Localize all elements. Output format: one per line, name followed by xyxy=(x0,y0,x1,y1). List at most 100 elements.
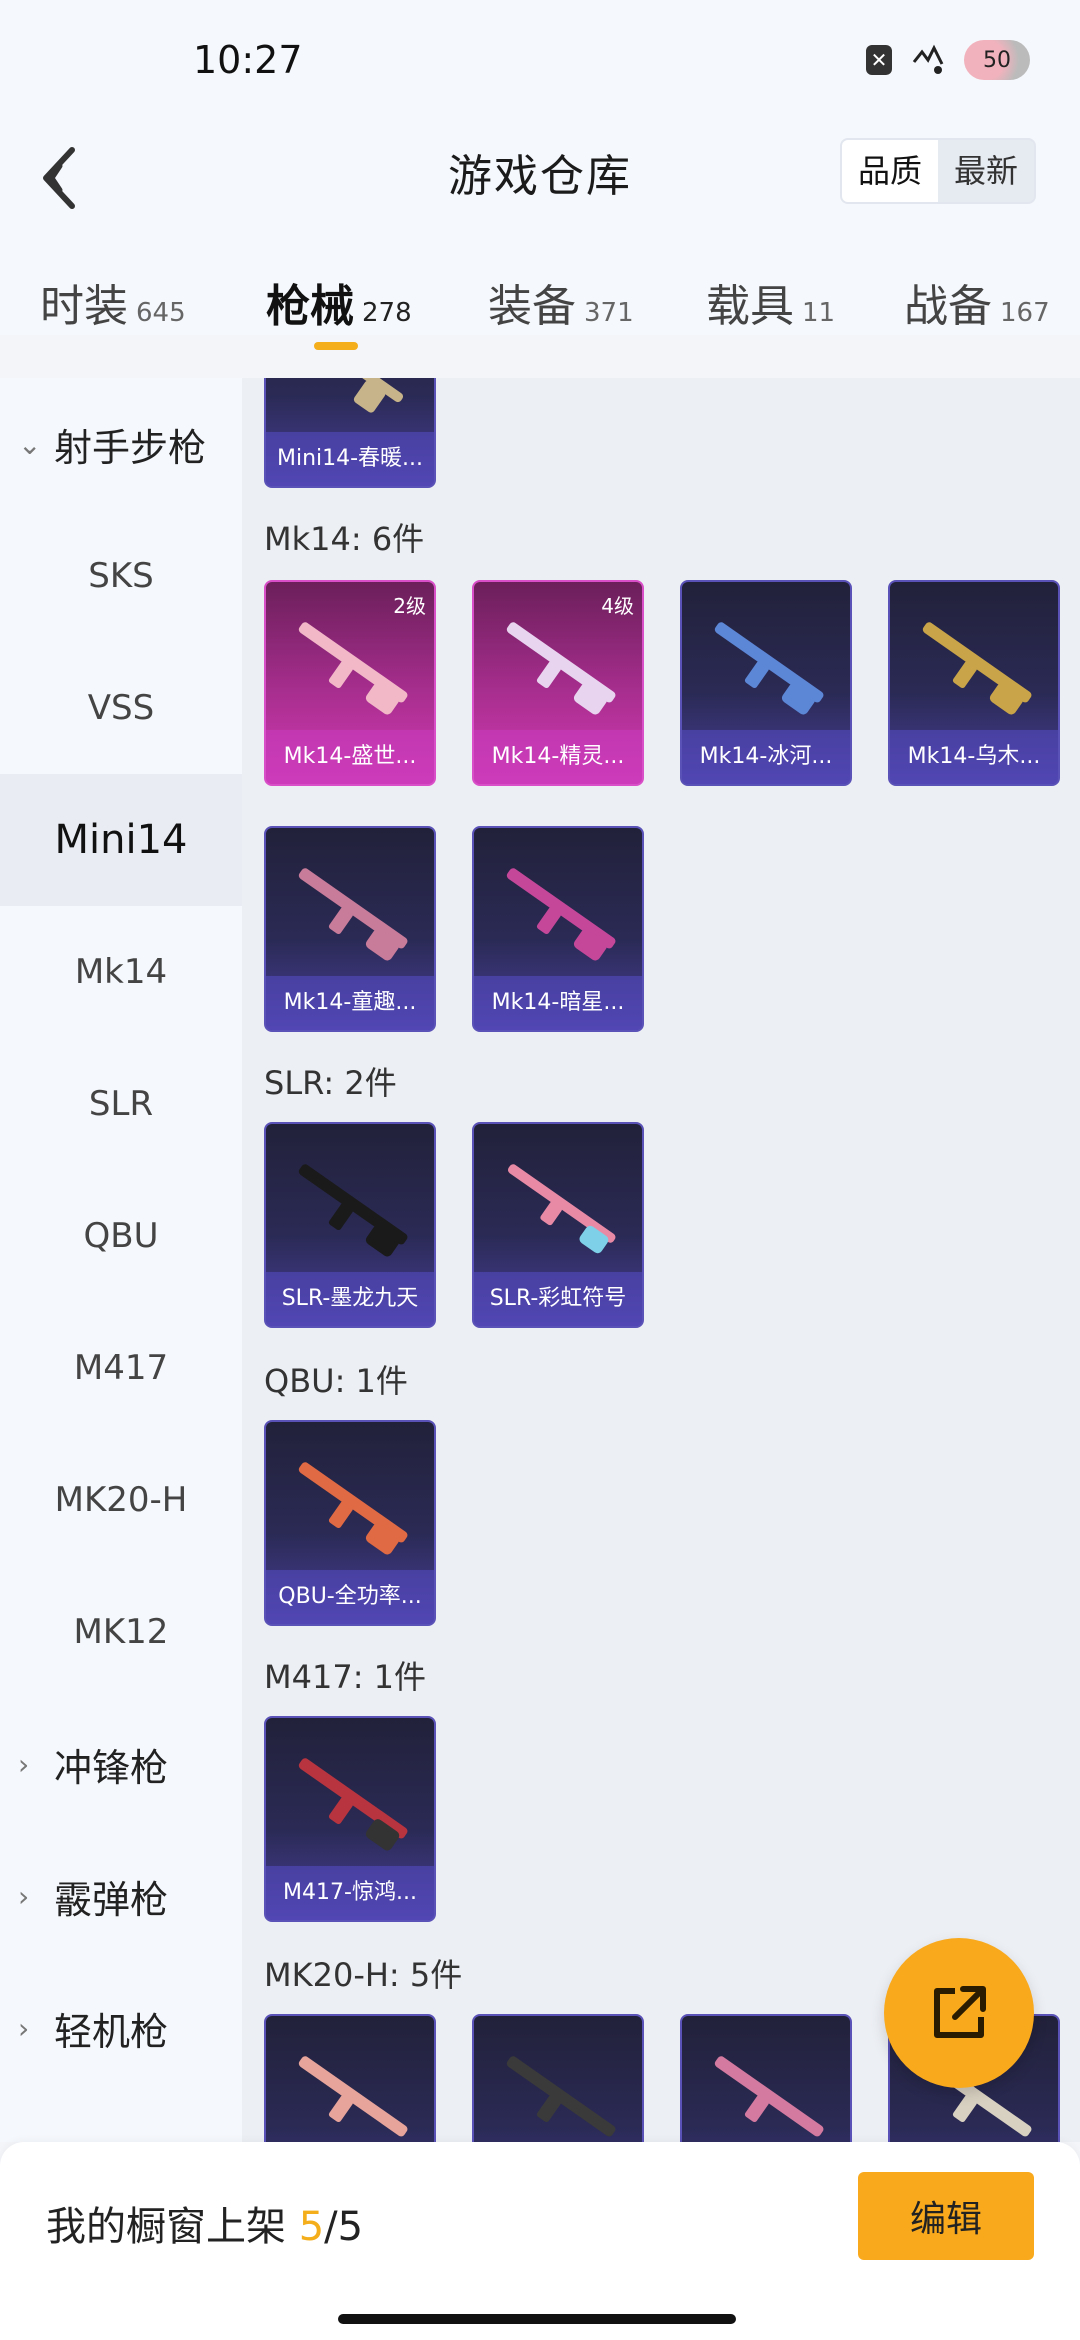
section-title: SLR: 2件 xyxy=(264,1064,397,1102)
item-card[interactable]: Mk14-童趣... xyxy=(264,826,436,1032)
gun-skin-icon xyxy=(507,1164,616,1254)
showcase-total: /5 xyxy=(324,2204,364,2250)
tab-label: 装备 xyxy=(488,281,576,332)
showcase-count: 我的橱窗上架 5/5 xyxy=(46,2194,363,2252)
sort-quality-button[interactable]: 品质 xyxy=(842,140,938,202)
item-card[interactable] xyxy=(680,2014,852,2142)
gun-skin-icon xyxy=(298,1758,408,1851)
header: 游戏仓库 品质 最新 时装 645 枪械 278 装备 371 载具 11 战备 167 xyxy=(0,120,1080,350)
status-time: 10:27 xyxy=(193,38,303,82)
tab-count: 11 xyxy=(802,298,836,328)
tab-supplies[interactable]: 战备 167 xyxy=(904,270,1050,334)
sidebar-item-sks[interactable]: SKS xyxy=(0,510,242,642)
gun-skin-icon xyxy=(506,868,616,961)
chevron-right-icon: › xyxy=(18,1879,30,1913)
sidebar-item-label: Mini14 xyxy=(54,817,188,863)
share-button[interactable] xyxy=(884,1938,1034,2088)
sidebar-item-label: 冲锋枪 xyxy=(54,1745,169,1790)
sidebar-item-mk12[interactable]: MK12 xyxy=(0,1566,242,1698)
status-bar: 10:27 ✕ 50 xyxy=(0,0,1080,120)
edit-button[interactable]: 编辑 xyxy=(858,2172,1034,2260)
sidebar-group-lmg[interactable]: › 轻机枪 xyxy=(0,1962,242,2094)
sidebar-group-marksman[interactable]: ⌄ 射手步枪 xyxy=(0,378,242,510)
sidebar-item-label: VSS xyxy=(87,688,155,728)
chevron-down-icon: ⌄ xyxy=(18,427,42,461)
item-name: SLR-彩虹符号 xyxy=(474,1272,642,1326)
tab-label: 时装 xyxy=(40,281,128,332)
item-card[interactable]: Mk14-暗星... xyxy=(472,826,644,1032)
item-card[interactable]: SLR-彩虹符号 xyxy=(472,1122,644,1328)
item-card[interactable]: 4级 Mk14-精灵... xyxy=(472,580,644,786)
item-card[interactable] xyxy=(472,2014,644,2142)
tab-fashion[interactable]: 时装 645 xyxy=(40,270,186,334)
sidebar-item-label: MK20-H xyxy=(54,1480,188,1520)
item-card[interactable]: Mini14-春暖... xyxy=(264,378,436,488)
item-level-badge: 4级 xyxy=(601,594,634,618)
tab-equipment[interactable]: 装备 371 xyxy=(488,270,634,334)
showcase-current: 5 xyxy=(298,2204,325,2250)
item-card[interactable]: SLR-墨龙九天 xyxy=(264,1122,436,1328)
tab-count: 371 xyxy=(584,298,634,328)
tab-vehicles[interactable]: 载具 11 xyxy=(706,270,835,334)
gun-skin-icon xyxy=(714,2056,824,2137)
gun-skin-icon xyxy=(298,622,408,715)
sidebar-item-label: MK12 xyxy=(73,1612,169,1652)
tab-count: 645 xyxy=(136,298,186,328)
gun-skin-icon xyxy=(302,378,404,413)
item-level-badge: 2级 xyxy=(393,594,426,618)
item-name: Mini14-春暖... xyxy=(266,432,434,486)
status-icons: ✕ 50 xyxy=(866,40,1030,80)
item-card[interactable]: Mk14-乌木... xyxy=(888,580,1060,786)
tab-count: 278 xyxy=(362,298,412,328)
tab-label: 载具 xyxy=(706,281,794,332)
tab-guns[interactable]: 枪械 278 xyxy=(266,270,412,350)
item-card[interactable] xyxy=(264,2014,436,2142)
item-name: Mk14-盛世... xyxy=(266,730,434,784)
sidebar-item-label: SKS xyxy=(88,556,154,596)
item-name: Mk14-精灵... xyxy=(474,730,642,784)
sidebar-group-shotgun[interactable]: › 霰弹枪 xyxy=(0,1830,242,1962)
sidebar-item-mini14[interactable]: Mini14 xyxy=(0,774,242,906)
item-card[interactable]: QBU-全功率... xyxy=(264,1420,436,1626)
sidebar-item-label: 射手步枪 xyxy=(54,425,207,470)
bottom-bar: 我的橱窗上架 5/5 编辑 xyxy=(0,2142,1080,2340)
gun-skin-icon xyxy=(506,2056,616,2137)
sidebar-item-label: Mk14 xyxy=(74,952,168,992)
section-title: MK20-H: 5件 xyxy=(264,1956,463,1994)
gun-skin-icon xyxy=(298,1462,408,1555)
item-name: Mk14-童趣... xyxy=(266,976,434,1030)
tab-active-indicator xyxy=(314,342,358,350)
sidebar-item-label: QBU xyxy=(83,1216,159,1256)
gun-skin-icon xyxy=(298,1164,408,1257)
sort-latest-button[interactable]: 最新 xyxy=(938,140,1034,202)
item-card[interactable]: 2级 Mk14-盛世... xyxy=(264,580,436,786)
item-name: M417-惊鸿... xyxy=(266,1866,434,1920)
chevron-right-icon: › xyxy=(18,1747,30,1781)
item-name: Mk14-冰河... xyxy=(682,730,850,784)
section-title: Mk14: 6件 xyxy=(264,520,425,558)
gun-skin-icon xyxy=(714,622,824,715)
item-card[interactable]: Mk14-冰河... xyxy=(680,580,852,786)
chevron-right-icon: › xyxy=(18,2011,30,2045)
sidebar-item-slr[interactable]: SLR xyxy=(0,1038,242,1170)
sidebar-item-m417[interactable]: M417 xyxy=(0,1302,242,1434)
share-icon xyxy=(934,1986,986,2038)
sidebar-item-label: M417 xyxy=(73,1348,169,1388)
tab-label: 枪械 xyxy=(266,281,354,332)
battery-icon: 50 xyxy=(964,40,1030,80)
sidebar-item-mk14[interactable]: Mk14 xyxy=(0,906,242,1038)
item-card[interactable]: M417-惊鸿... xyxy=(264,1716,436,1922)
item-name: SLR-墨龙九天 xyxy=(266,1272,434,1326)
sidebar-group-smg[interactable]: › 冲锋枪 xyxy=(0,1698,242,1830)
sidebar-item-vss[interactable]: VSS xyxy=(0,642,242,774)
item-name: Mk14-暗星... xyxy=(474,976,642,1030)
tab-count: 167 xyxy=(1000,298,1050,328)
home-indicator[interactable] xyxy=(338,2314,736,2324)
sidebar-item-mk20h[interactable]: MK20-H xyxy=(0,1434,242,1566)
sidebar-item-qbu[interactable]: QBU xyxy=(0,1170,242,1302)
gun-skin-icon xyxy=(298,2056,408,2137)
item-name: Mk14-乌木... xyxy=(890,730,1058,784)
section-title: M417: 1件 xyxy=(264,1658,427,1696)
sidebar-item-label: 轻机枪 xyxy=(54,2009,169,2054)
showcase-label: 我的橱窗上架 xyxy=(46,2204,286,2250)
